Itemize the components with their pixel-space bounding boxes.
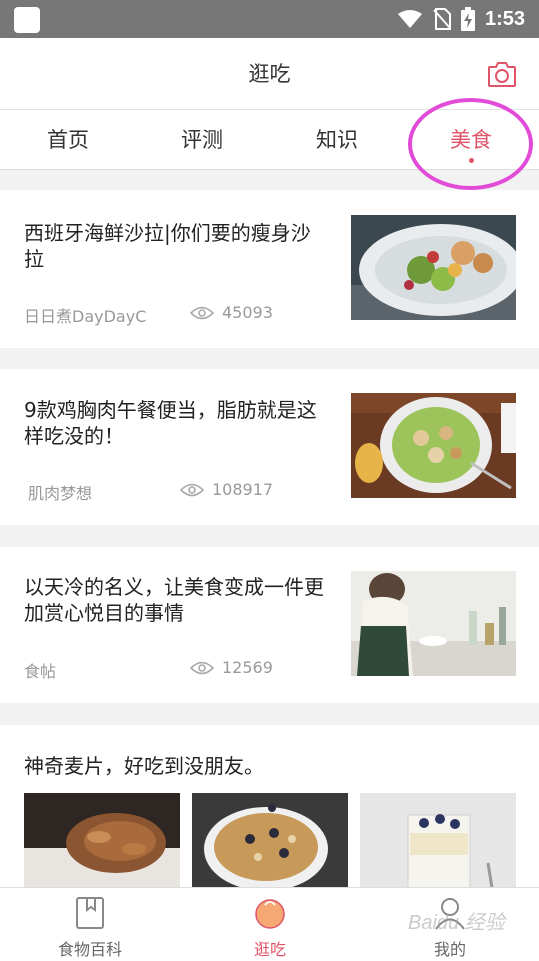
tab-home[interactable]: 首页	[28, 124, 108, 154]
nav-browse-eat[interactable]: 逛吃	[210, 888, 330, 961]
eye-icon	[190, 306, 214, 319]
tab-food[interactable]: 美食	[431, 124, 511, 166]
category-tabs: 首页 评测 知识 美食	[0, 110, 539, 170]
article-views: 108917	[180, 480, 273, 499]
tab-knowledge[interactable]: 知识	[297, 124, 377, 154]
article-card[interactable]: 西班牙海鲜沙拉|你们要的瘦身沙拉 日日煮DayDayC 45093	[0, 190, 539, 348]
app-notification-icon	[14, 7, 40, 33]
status-indicators: 1:53	[397, 0, 525, 38]
article-source: 肌肉梦想	[28, 484, 93, 503]
bottom-nav: 食物百科 逛吃 我的	[0, 887, 539, 961]
camera-icon[interactable]	[487, 60, 517, 88]
gallery-image[interactable]	[24, 793, 180, 888]
article-source: 食帖	[24, 662, 57, 681]
article-card[interactable]: 9款鸡胸肉午餐便当，脂肪就是这样吃没的！ 肌肉梦想 108917	[0, 369, 539, 525]
tab-reviews[interactable]: 评测	[162, 124, 242, 154]
article-title[interactable]: 西班牙海鲜沙拉|你们要的瘦身沙拉	[24, 220, 324, 272]
eye-icon	[190, 661, 214, 674]
page-title: 逛吃	[248, 62, 291, 86]
article-views: 12569	[190, 658, 273, 677]
active-tab-indicator	[468, 158, 474, 163]
tab-food-label: 美食	[450, 128, 492, 152]
article-title[interactable]: 神奇麦片，好吃到没朋友。	[24, 753, 444, 779]
status-time: 1:53	[484, 7, 525, 30]
wifi-icon	[397, 10, 422, 28]
book-icon	[76, 897, 104, 929]
article-source: 日日煮DayDayC	[24, 307, 147, 326]
article-title[interactable]: 以天冷的名义，让美食变成一件更加赏心悦目的事情	[24, 574, 324, 626]
nav-label: 逛吃	[253, 940, 286, 959]
article-thumbnail[interactable]	[351, 393, 516, 498]
view-count: 108917	[212, 480, 274, 499]
gallery-image[interactable]	[360, 793, 516, 888]
eye-icon	[180, 483, 204, 496]
no-sim-icon	[433, 8, 451, 30]
article-card[interactable]: 以天冷的名义，让美食变成一件更加赏心悦目的事情 食帖 12569	[0, 547, 539, 703]
gallery-image[interactable]	[192, 793, 348, 888]
nav-label: 食物百科	[57, 940, 122, 959]
orange-icon	[255, 899, 285, 929]
battery-charging-icon	[460, 7, 475, 31]
article-title[interactable]: 9款鸡胸肉午餐便当，脂肪就是这样吃没的！	[24, 397, 324, 449]
nav-label: 我的	[433, 940, 466, 959]
view-count: 45093	[222, 303, 273, 322]
article-thumbnail[interactable]	[351, 215, 516, 320]
user-icon	[435, 898, 465, 930]
status-bar: 1:53	[0, 0, 539, 38]
app-header: 逛吃	[0, 38, 539, 110]
article-views: 45093	[190, 303, 273, 322]
view-count: 12569	[222, 658, 273, 677]
nav-profile[interactable]: 我的	[390, 888, 510, 961]
nav-food-encyclopedia[interactable]: 食物百科	[30, 888, 150, 961]
article-thumbnail[interactable]	[351, 571, 516, 676]
